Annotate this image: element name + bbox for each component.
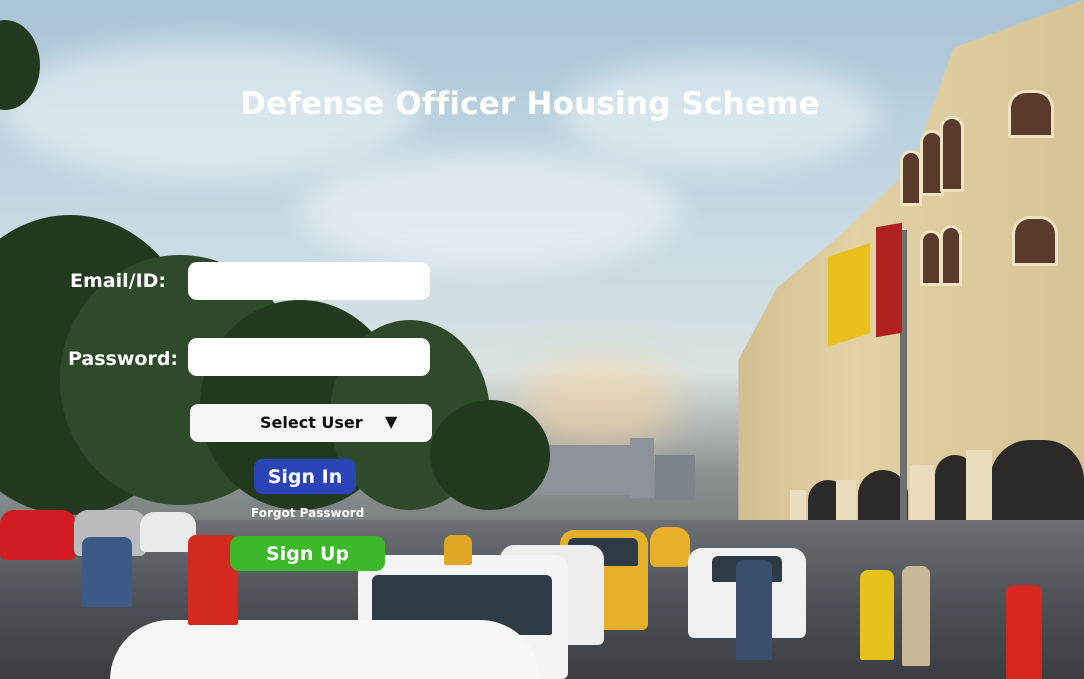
email-field[interactable] xyxy=(188,262,430,300)
select-user-dropdown[interactable]: Select User ▼ xyxy=(190,404,432,442)
password-label: Password: xyxy=(68,348,179,370)
chevron-down-icon: ▼ xyxy=(385,412,398,431)
login-page: Defense Officer Housing Scheme Email/ID:… xyxy=(0,0,1084,679)
forgot-password-link[interactable]: Forgot Password xyxy=(251,506,364,520)
email-label: Email/ID: xyxy=(70,270,167,292)
sign-in-button[interactable]: Sign In xyxy=(254,459,356,494)
password-field[interactable] xyxy=(188,338,430,376)
sign-up-button[interactable]: Sign Up xyxy=(230,536,385,571)
page-title: Defense Officer Housing Scheme xyxy=(240,86,820,122)
select-user-label: Select User xyxy=(260,413,363,432)
